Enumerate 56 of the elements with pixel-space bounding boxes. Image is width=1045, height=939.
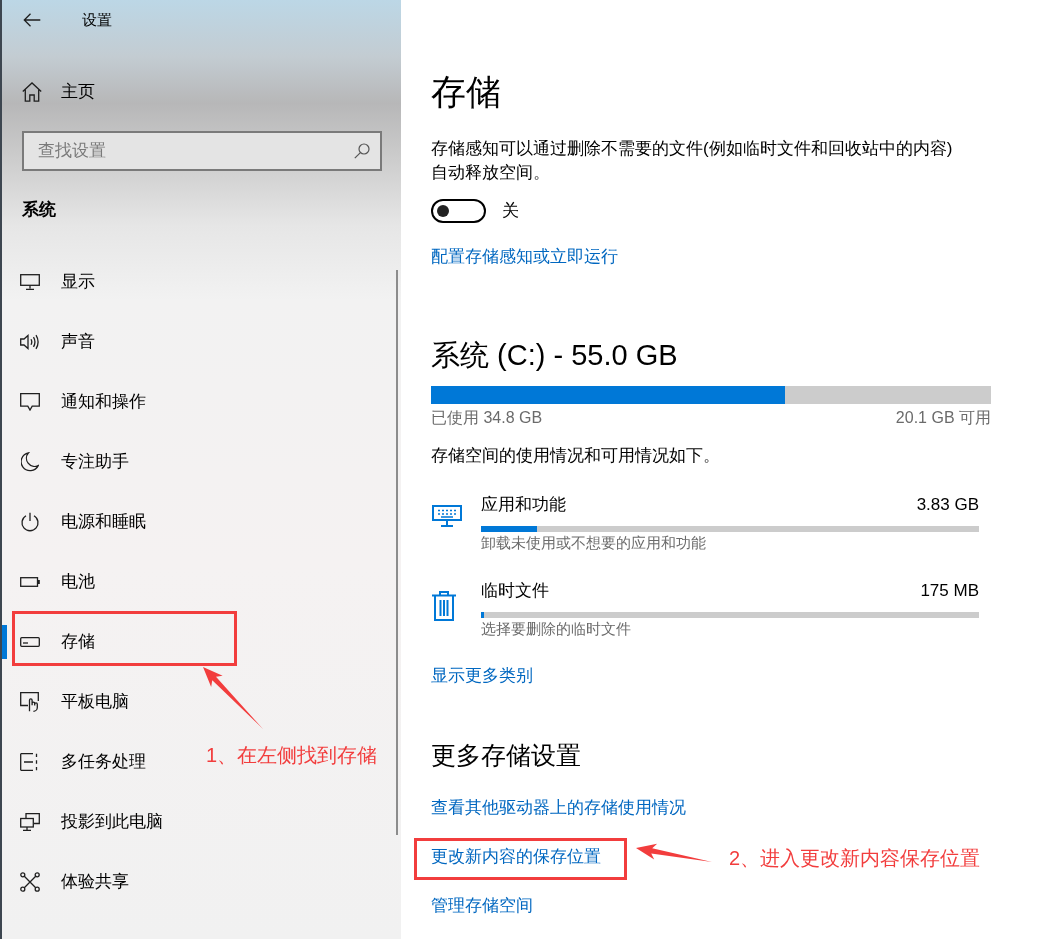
nav-item[interactable]: 存储 bbox=[17, 625, 103, 659]
tablet-touch-icon bbox=[20, 692, 40, 712]
multitasking-icon bbox=[20, 753, 40, 771]
toggle-switch[interactable] bbox=[431, 199, 486, 223]
search-field[interactable]: 查找设置 bbox=[38, 138, 346, 164]
settings-link[interactable]: 查看其他驱动器上的存储使用情况 bbox=[431, 796, 686, 820]
nav-item[interactable]: 电池 bbox=[17, 565, 103, 599]
settings-link[interactable]: 更改新内容的保存位置 bbox=[431, 845, 601, 869]
usage-summary-text: 存储空间的使用情况和可用情况如下。 bbox=[431, 445, 720, 467]
home-icon bbox=[22, 82, 42, 102]
nav-item[interactable]: 投影到此电脑 bbox=[17, 805, 171, 839]
section-heading: 系统 bbox=[22, 199, 56, 221]
drive-icon bbox=[20, 637, 40, 647]
nav-item[interactable]: 体验共享 bbox=[17, 865, 137, 899]
window-title: 设置 bbox=[82, 10, 112, 30]
more-categories-link[interactable]: 显示更多类别 bbox=[431, 664, 533, 688]
scrollbar-thumb[interactable] bbox=[396, 270, 398, 835]
power-icon bbox=[20, 512, 40, 532]
screens-icon bbox=[20, 813, 40, 831]
annotation-text: 1、在左侧找到存储 bbox=[206, 743, 378, 768]
speech-bubble-icon bbox=[20, 393, 40, 411]
nav-item[interactable]: 多任务处理 bbox=[17, 745, 154, 779]
description-text: 存储感知可以通过删除不需要的文件(例如临时文件和回收站中的内容)自动释放空间。 bbox=[431, 138, 954, 184]
nav-item[interactable]: 专注助手 bbox=[17, 445, 137, 479]
nav-item[interactable]: 显示 bbox=[17, 265, 103, 299]
category-size: 3.83 GB bbox=[916, 494, 979, 516]
back-arrow-icon bbox=[23, 13, 41, 27]
search-box[interactable]: 查找设置 bbox=[22, 131, 382, 171]
used-space-text: 已使用 34.8 GB bbox=[431, 408, 543, 428]
nav-item[interactable]: 电源和睡眠 bbox=[17, 505, 154, 539]
drive-title: 系统 (C:) - 55.0 GB bbox=[431, 338, 678, 373]
battery-icon bbox=[20, 577, 40, 587]
trash-icon bbox=[432, 591, 456, 621]
page-title: 存储 bbox=[431, 71, 501, 113]
category-name[interactable]: 临时文件 bbox=[481, 579, 549, 603]
settings-link[interactable]: 管理存储空间 bbox=[431, 894, 533, 918]
storage-sense-link[interactable]: 配置存储感知或立即运行 bbox=[431, 245, 618, 269]
annotation-text: 2、进入更改新内容保存位置 bbox=[729, 846, 981, 871]
nodes-icon bbox=[20, 872, 40, 892]
speaker-icon bbox=[20, 334, 40, 350]
nav-item[interactable]: 平板电脑 bbox=[17, 685, 137, 719]
annotation-arrow bbox=[203, 667, 263, 729]
category-description: 选择要删除的临时文件 bbox=[481, 619, 631, 639]
search-icon[interactable] bbox=[354, 143, 370, 159]
monitor-icon bbox=[20, 274, 40, 290]
moon-icon bbox=[21, 452, 39, 472]
nav-item[interactable]: 通知和操作 bbox=[17, 385, 154, 419]
section-heading: 更多存储设置 bbox=[431, 740, 581, 771]
keyboard-icon bbox=[432, 505, 462, 527]
toggle-state-label: 关 bbox=[502, 200, 519, 222]
free-space-text: 20.1 GB 可用 bbox=[895, 408, 991, 428]
category-description: 卸载未使用或不想要的应用和功能 bbox=[481, 533, 706, 553]
home-link[interactable]: 主页 bbox=[22, 68, 95, 116]
nav-item[interactable]: 声音 bbox=[17, 325, 103, 359]
category-size: 175 MB bbox=[920, 580, 979, 602]
category-name[interactable]: 应用和功能 bbox=[481, 493, 566, 517]
